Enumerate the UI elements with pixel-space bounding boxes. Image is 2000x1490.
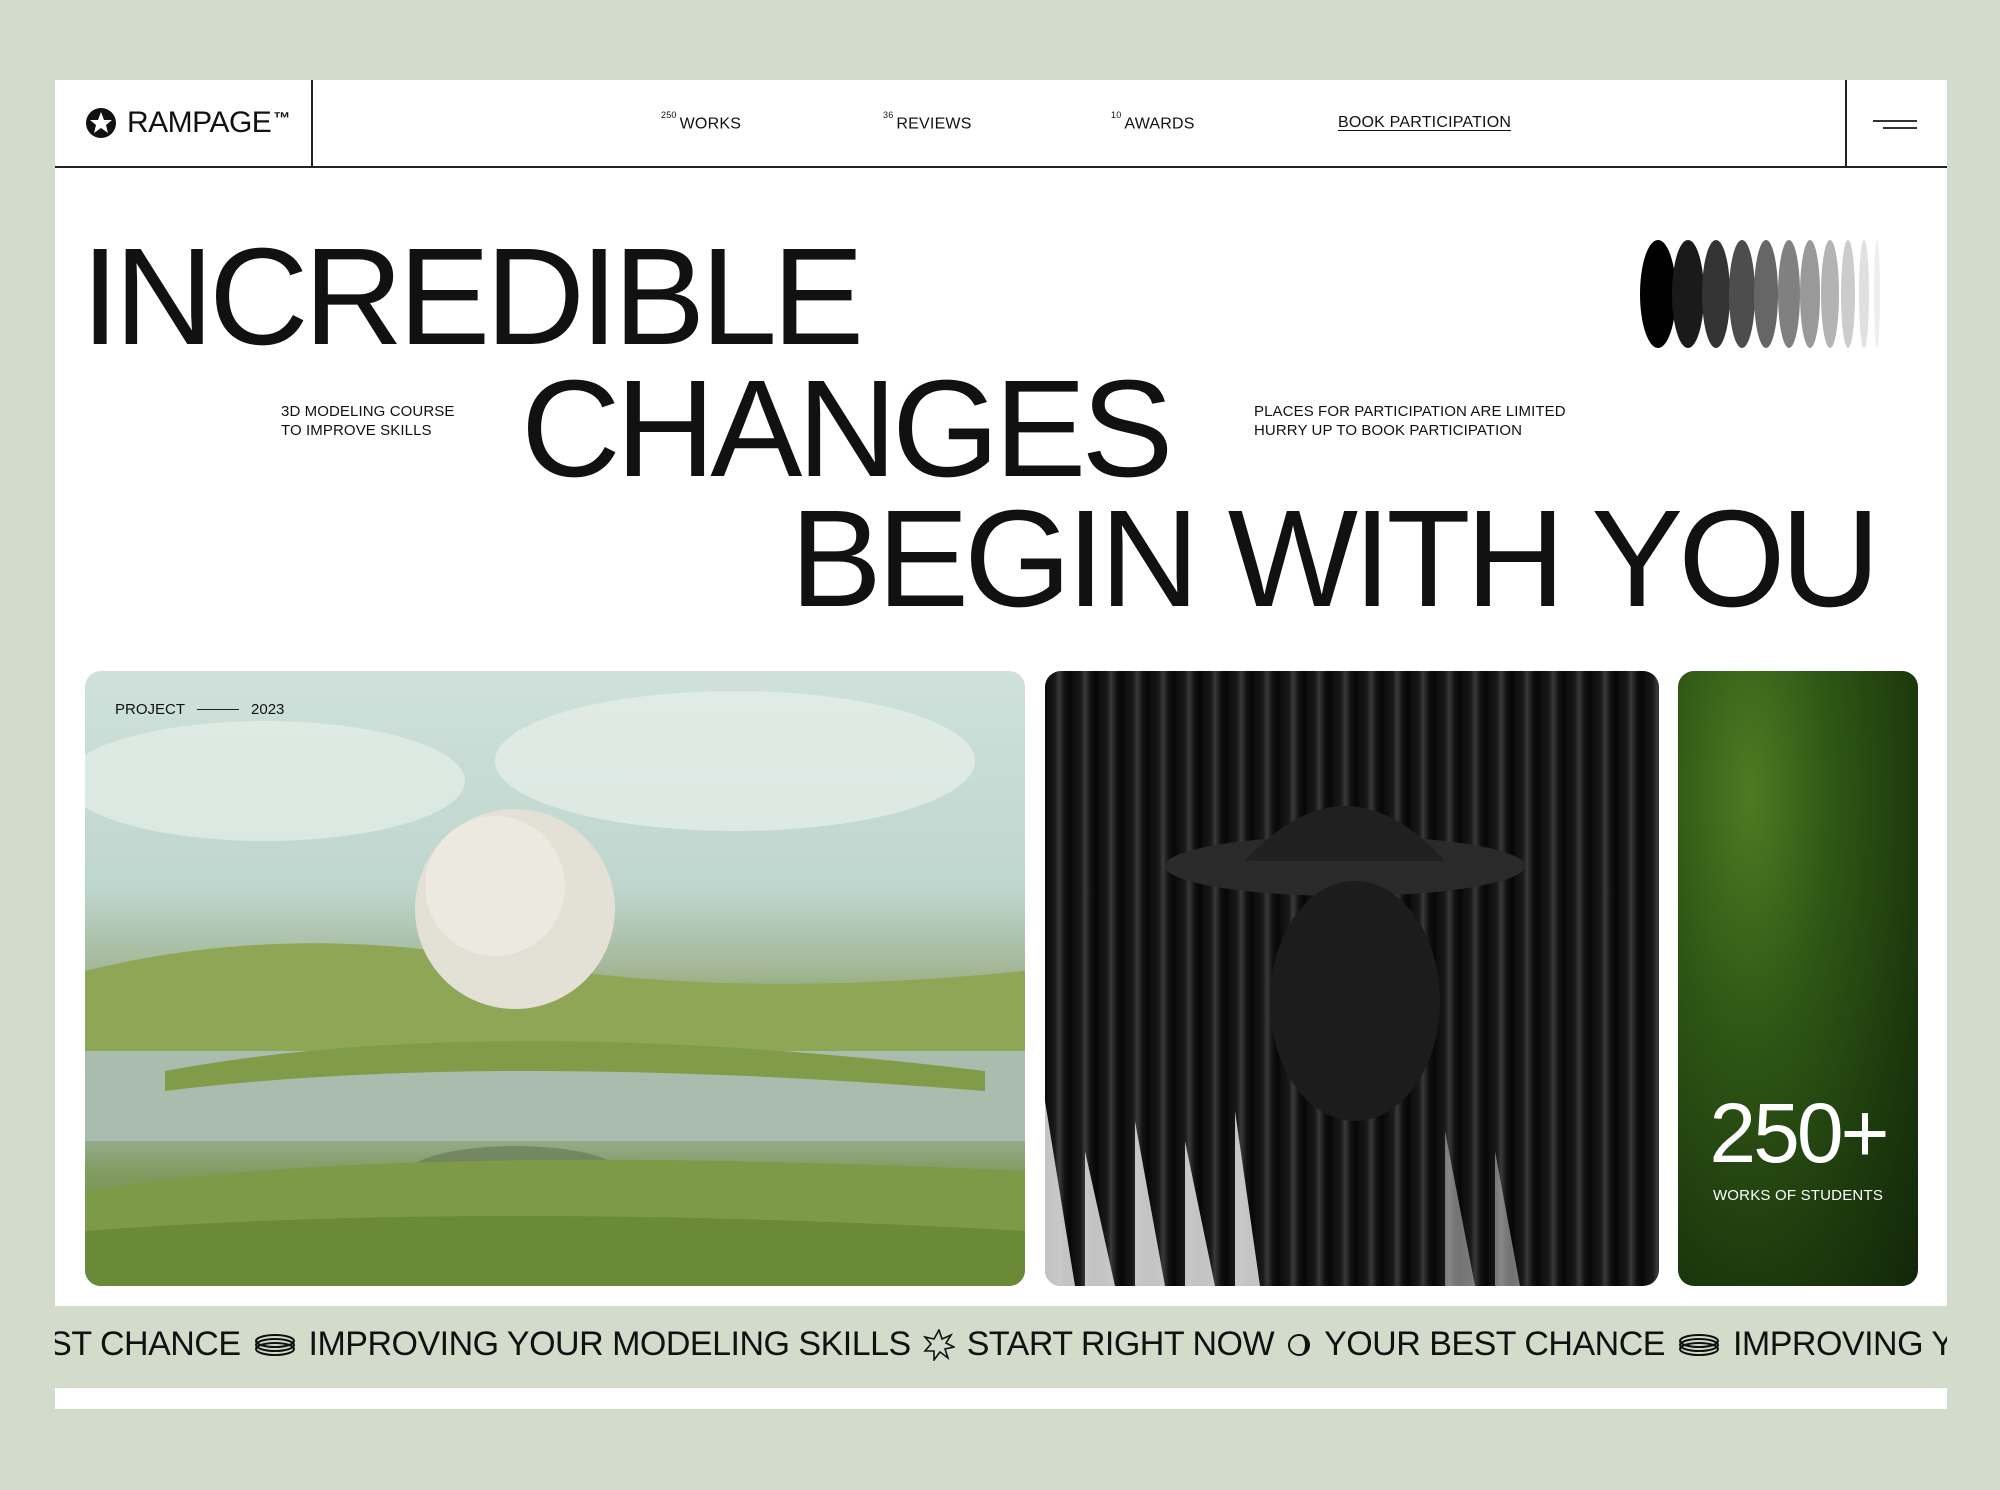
crescent-circle-icon — [1286, 1332, 1312, 1358]
portrait-sculpture-image[interactable] — [1045, 671, 1659, 1286]
project-label: PROJECT 2023 — [115, 701, 284, 718]
participation-note: PLACES FOR PARTICIPATION ARE LIMITED HUR… — [1254, 402, 1566, 440]
marquee-text-4: YOUR BEST CHANCE — [1324, 1325, 1665, 1363]
marquee-text-1: EST CHANCE — [55, 1325, 241, 1363]
marquee-banner: EST CHANCE IMPROVING YOUR MODELING SKILL… — [55, 1306, 1947, 1388]
marquee-text-2: IMPROVING YOUR MODELING SKILLS — [308, 1325, 912, 1363]
nav-reviews[interactable]: 36REVIEWS — [883, 110, 972, 133]
starburst-icon — [922, 1328, 955, 1361]
project-landscape-image[interactable]: PROJECT 2023 — [85, 671, 1025, 1286]
book-participation-link[interactable]: BOOK PARTICIPATION — [1338, 114, 1511, 132]
brand-logo[interactable]: RAMPAGE ™ — [55, 80, 313, 166]
project-label-text: PROJECT — [115, 701, 186, 718]
nav-awards[interactable]: 10AWARDS — [1111, 110, 1195, 133]
nav-reviews-count: 36 — [883, 110, 894, 120]
hero-line-1: INCREDIBLE — [81, 220, 864, 374]
course-description-line-2: TO IMPROVE SKILLS — [281, 422, 432, 439]
students-works-count: 250+ — [1709, 1086, 1889, 1180]
nav-works-count: 250 — [661, 110, 677, 120]
menu-icon-line-top — [1873, 120, 1917, 122]
landscape-illustration — [85, 691, 1025, 1286]
nav-reviews-label: REVIEWS — [896, 115, 972, 133]
ring-stack-icon-2 — [1677, 1332, 1721, 1358]
nav-awards-label: AWARDS — [1124, 115, 1195, 133]
nav-works-label: WORKS — [679, 115, 742, 133]
menu-button[interactable] — [1845, 80, 1947, 166]
project-label-dash — [197, 709, 240, 710]
menu-icon-line-bottom — [1883, 127, 1917, 129]
marquee-text-5: IMPROVING YOUR MODELING — [1732, 1325, 1947, 1363]
nav-awards-count: 10 — [1111, 110, 1122, 120]
gradient-ovals-decoration — [1640, 240, 1880, 348]
moss-texture-image[interactable]: 250+ WORKS OF STUDENTS — [1678, 671, 1918, 1286]
page-container: RAMPAGE ™ 250WORKS 36REVIEWS 10AWARDS BO… — [55, 80, 1947, 1409]
course-description: 3D MODELING COURSE TO IMPROVE SKILLS — [281, 402, 455, 440]
marquee-track: EST CHANCE IMPROVING YOUR MODELING SKILL… — [55, 1325, 1947, 1364]
nav-works[interactable]: 250WORKS — [661, 110, 742, 133]
course-description-line-1: 3D MODELING COURSE — [281, 403, 455, 420]
site-header: RAMPAGE ™ 250WORKS 36REVIEWS 10AWARDS BO… — [55, 80, 1947, 168]
hero-line-2: CHANGES — [521, 352, 1173, 506]
portrait-illustration — [1045, 806, 1525, 1286]
participation-note-line-2: HURRY UP TO BOOK PARTICIPATION — [1254, 422, 1523, 439]
trademark-symbol: ™ — [273, 109, 291, 128]
project-year: 2023 — [251, 701, 285, 718]
brand-name: RAMPAGE — [127, 106, 272, 139]
marquee-text-3: START RIGHT NOW — [966, 1325, 1275, 1363]
ring-stack-icon — [253, 1332, 297, 1358]
hero-line-3: BEGIN WITH YOU — [790, 482, 1880, 636]
star-badge-icon — [85, 107, 117, 139]
students-works-label: WORKS OF STUDENTS — [1712, 1187, 1884, 1204]
participation-note-line-1: PLACES FOR PARTICIPATION ARE LIMITED — [1254, 403, 1566, 420]
